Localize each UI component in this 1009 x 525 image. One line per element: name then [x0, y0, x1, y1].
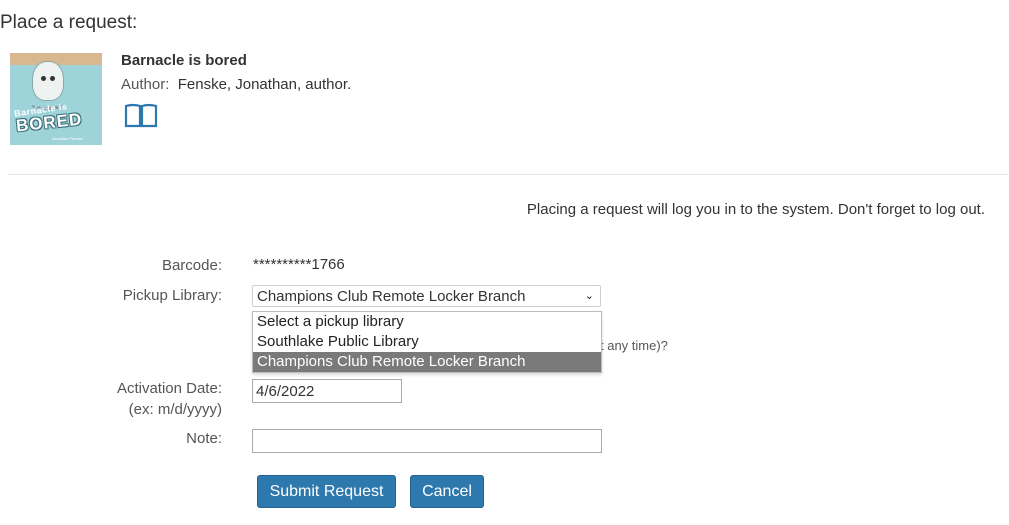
pickup-option[interactable]: Select a pickup library — [253, 312, 601, 332]
pickup-library-selected: Champions Club Remote Locker Branch — [257, 288, 526, 305]
note-label: Note: — [186, 430, 222, 447]
pickup-option-selected[interactable]: Champions Club Remote Locker Branch — [253, 352, 601, 372]
obscured-question-text: t any time)? — [600, 338, 668, 353]
page-title: Place a request: — [0, 12, 138, 33]
author-value: Fenske, Jonathan, author. — [177, 76, 352, 93]
divider — [8, 174, 1008, 175]
pickup-option[interactable]: Southlake Public Library — [253, 332, 601, 352]
pickup-library-select[interactable]: Champions Club Remote Locker Branch ⌄ — [252, 285, 601, 307]
barcode-label: Barcode: — [161, 257, 222, 274]
cover-eye — [50, 76, 55, 81]
item-author: Author: Fenske, Jonathan, author. — [121, 76, 351, 93]
cover-barnacle-illustration — [32, 61, 64, 101]
activation-date-input[interactable]: 4/6/2022 — [252, 379, 402, 403]
cover-eye — [41, 76, 46, 81]
activation-date-format-hint: (ex: m/d/yyyy) — [128, 401, 222, 418]
cancel-button[interactable]: Cancel — [410, 475, 484, 508]
note-input[interactable] — [252, 429, 602, 453]
author-label: Author: — [121, 76, 170, 93]
book-cover-image[interactable]: Barnacle is BORED Jonathan Fenske — [10, 53, 102, 145]
book-icon — [124, 103, 158, 128]
activation-date-label: Activation Date: — [116, 380, 222, 397]
barcode-value: **********1766 — [253, 256, 345, 273]
pickup-library-label: Pickup Library: — [122, 287, 222, 304]
item-title: Barnacle is bored — [121, 52, 247, 69]
cover-author: Jonathan Fenske — [52, 136, 83, 141]
login-notice: Placing a request will log you in to the… — [526, 201, 985, 218]
pickup-library-dropdown[interactable]: Select a pickup library Southlake Public… — [252, 311, 602, 373]
submit-request-button[interactable]: Submit Request — [257, 475, 396, 508]
chevron-down-icon: ⌄ — [584, 290, 594, 302]
